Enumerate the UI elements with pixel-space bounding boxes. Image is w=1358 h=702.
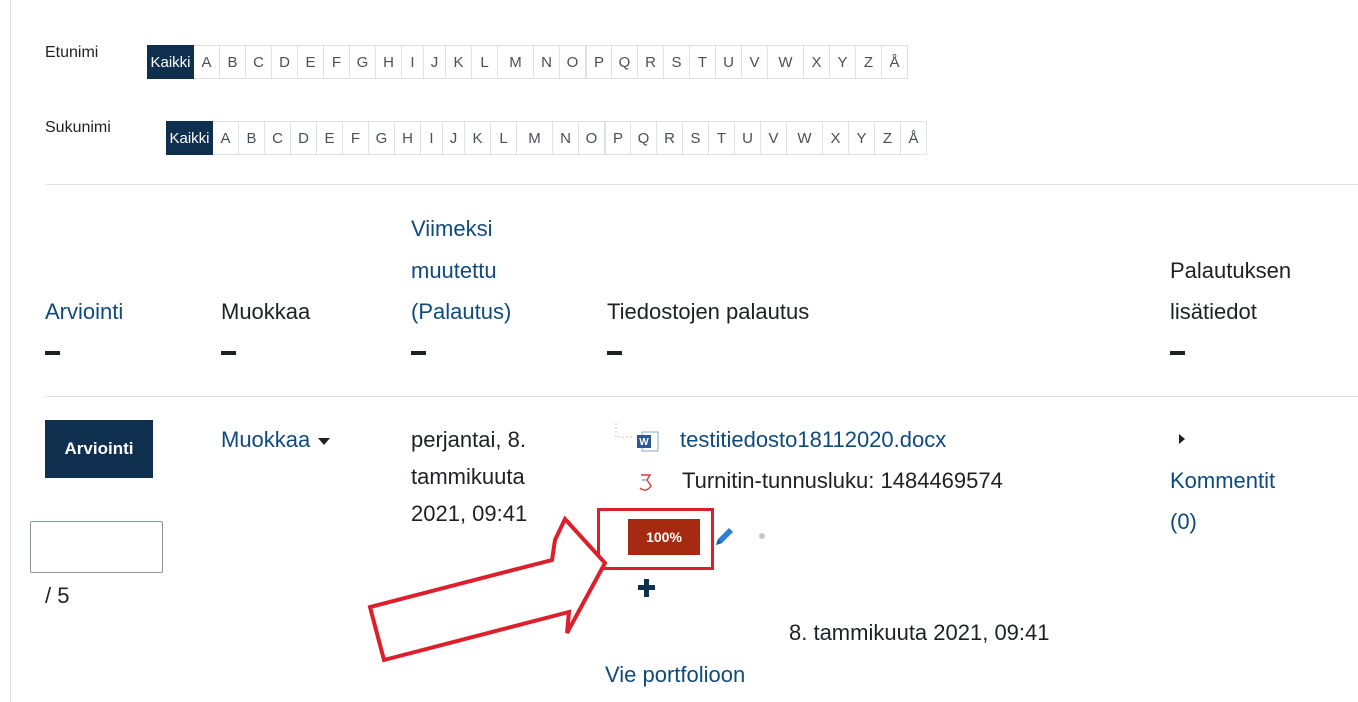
annotation-arrow-icon <box>367 515 608 663</box>
